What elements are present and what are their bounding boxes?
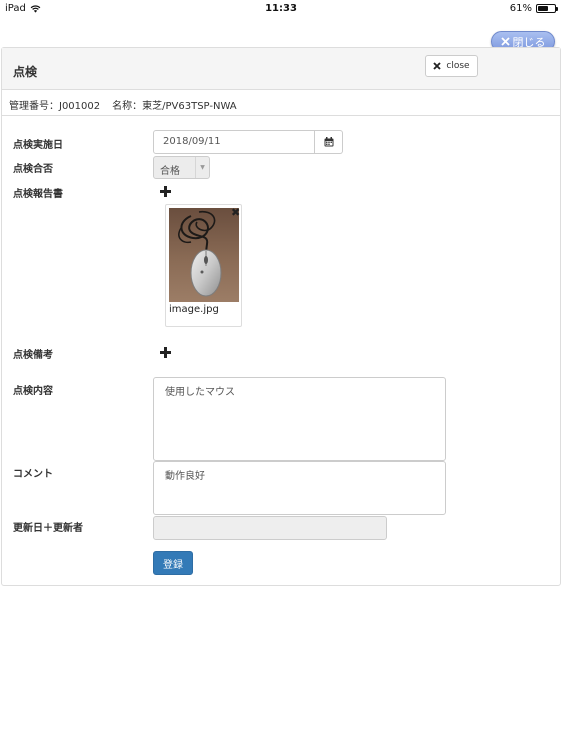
comment-textarea[interactable]: 動作良好 (153, 461, 446, 515)
equipment-name: 名称：東芝/PV63TSP-NWA (112, 101, 237, 112)
content-textarea[interactable]: 使用したマウス (153, 377, 446, 461)
pass-fail-select[interactable]: 合格 ▼ (153, 156, 210, 179)
updated-field (153, 516, 387, 540)
calendar-button[interactable] (315, 130, 343, 154)
close-button[interactable]: close (425, 55, 478, 77)
battery-level (538, 6, 548, 11)
clock: 11:33 (265, 3, 297, 14)
mouse-photo (169, 208, 239, 302)
remarks-label: 点検備考 (13, 350, 53, 361)
battery-percent: 61% (509, 3, 532, 14)
close-icon (433, 62, 442, 70)
close-button-label: close (446, 61, 470, 71)
report-label: 点検報告書 (13, 189, 63, 200)
pass-fail-label: 点検合否 (13, 164, 53, 175)
panel-title: 点検 (13, 65, 38, 79)
report-attachment[interactable]: ✖ image.jpg (165, 204, 242, 327)
updated-label: 更新日＋更新者 (13, 523, 83, 534)
management-number: 管理番号：J001002 (9, 101, 101, 112)
add-remarks-icon[interactable] (160, 347, 171, 358)
chevron-down-icon: ▼ (195, 157, 209, 178)
pass-fail-value: 合格 (160, 166, 180, 177)
comment-label: コメント (13, 469, 53, 480)
attachment-filename: image.jpg (169, 304, 219, 315)
delete-icon[interactable]: ✖ (231, 207, 240, 218)
battery-icon (536, 4, 558, 13)
panel-heading: 点検 close (2, 48, 560, 90)
inspection-panel: 点検 close 管理番号：J001002 名称：東芝/PV63TSP-NWA 点… (1, 47, 561, 586)
register-button[interactable]: 登録 (153, 551, 193, 575)
date-picker: 2018/09/11 (153, 130, 343, 154)
close-icon (500, 37, 510, 46)
content-label: 点検内容 (13, 386, 53, 397)
equipment-info: 管理番号：J001002 名称：東芝/PV63TSP-NWA (2, 90, 560, 116)
inspection-date-label: 点検実施日 (13, 140, 63, 151)
calendar-icon (324, 137, 333, 147)
status-right: 61% (509, 3, 558, 14)
inspection-date-input[interactable]: 2018/09/11 (153, 130, 315, 154)
add-report-icon[interactable] (160, 186, 171, 197)
status-bar: iPad 11:33 61% (0, 0, 562, 18)
